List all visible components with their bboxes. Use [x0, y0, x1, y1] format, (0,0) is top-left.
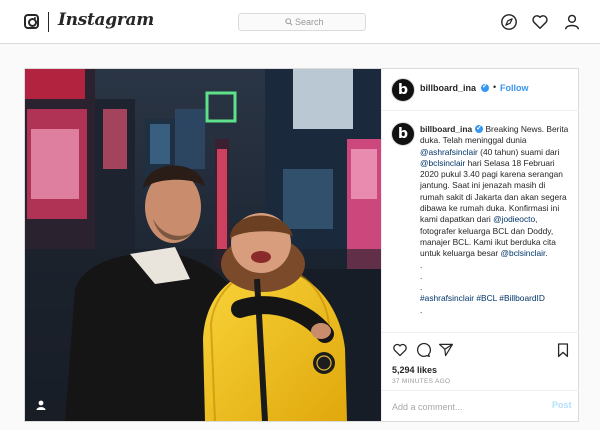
caption-text: (40 tahun) suami dari: [477, 146, 560, 157]
hashtag-link[interactable]: #BillboardID: [499, 293, 545, 303]
profile-icon[interactable]: [563, 13, 581, 31]
post-photo-illustration: [25, 69, 381, 421]
account-avatar[interactable]: b: [391, 78, 415, 102]
mention-link[interactable]: @ashrafsinclair: [420, 147, 478, 157]
hashtag-link[interactable]: #BCL: [476, 293, 497, 303]
post-timestamp[interactable]: 37 MINUTES AGO: [392, 378, 450, 385]
post-sidebar: b billboard_ina • Follow b billboard_ina…: [381, 69, 579, 421]
heart-icon[interactable]: [531, 13, 549, 31]
caption-avatar[interactable]: b: [391, 122, 415, 146]
mention-link[interactable]: @bclsinclair: [501, 248, 546, 258]
avatar-letter: b: [397, 82, 409, 98]
post-actions: 5,294 likes 37 MINUTES AGO: [382, 332, 579, 387]
search-box[interactable]: Search: [238, 13, 366, 31]
verified-badge-icon: [481, 82, 489, 92]
caption-dot: .: [420, 282, 423, 293]
user-tag-icon[interactable]: [35, 399, 47, 411]
post-card: b billboard_ina • Follow b billboard_ina…: [24, 68, 579, 422]
instagram-wordmark[interactable]: Instagram: [58, 10, 154, 30]
instagram-glyph-icon[interactable]: [24, 14, 39, 29]
caption-area: b billboard_ina Breaking News. Berita du…: [382, 112, 579, 332]
header-separator: •: [493, 82, 497, 92]
caption-dot: .: [420, 259, 423, 270]
caption-verified-badge-icon: [475, 123, 484, 134]
search-placeholder: Search: [295, 17, 324, 27]
post-photo[interactable]: [25, 69, 381, 421]
likes-count[interactable]: 5,294 likes: [392, 365, 437, 375]
mention-link[interactable]: @jodieocto: [493, 214, 535, 224]
mention-link[interactable]: @bclsinclair: [420, 158, 465, 168]
save-bookmark-icon[interactable]: [555, 342, 571, 358]
compass-icon[interactable]: [500, 13, 518, 31]
top-navigation-bar: Instagram Search: [0, 0, 600, 44]
caption-avatar-letter: b: [397, 126, 409, 142]
comment-input[interactable]: [392, 400, 532, 414]
caption-username[interactable]: billboard_ina: [420, 124, 472, 134]
caption-text: .: [545, 248, 548, 259]
nav-divider: [48, 12, 49, 32]
post-comment-button[interactable]: Post: [552, 400, 572, 410]
follow-button[interactable]: Follow: [500, 83, 529, 93]
caption-trailing-dot: .: [420, 304, 423, 315]
like-heart-icon[interactable]: [392, 342, 408, 358]
post-header: b billboard_ina • Follow: [382, 69, 579, 111]
search-icon: [285, 18, 293, 26]
comment-bar: Post: [382, 390, 579, 421]
post-caption: billboard_ina Breaking News. Berita duka…: [420, 123, 570, 316]
account-username[interactable]: billboard_ina: [420, 83, 476, 93]
comment-icon[interactable]: [415, 342, 431, 358]
share-icon[interactable]: [438, 342, 454, 358]
hashtag-link[interactable]: #ashrafsinclair: [420, 293, 474, 303]
caption-dot: .: [420, 270, 423, 281]
